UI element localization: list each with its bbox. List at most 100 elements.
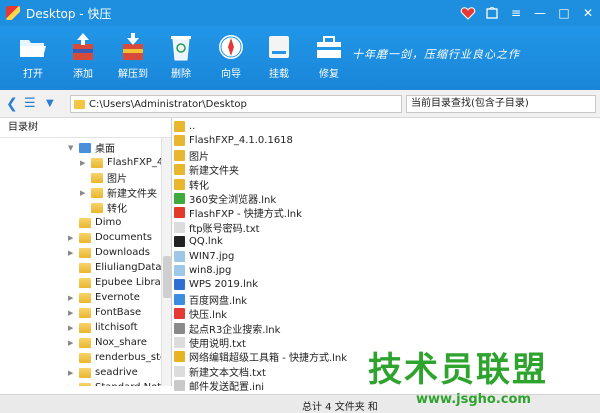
file-list-item[interactable]: QQ.lnk xyxy=(174,235,223,248)
tree-item[interactable]: ▶ FontBase xyxy=(68,305,141,320)
heart-icon[interactable] xyxy=(456,3,480,23)
file-name: 邮件发送配置.ini xyxy=(189,382,265,394)
kuaiya-icon xyxy=(174,308,185,320)
tree-item[interactable]: ▶ 新建文件夹 xyxy=(80,185,157,200)
mount-button[interactable]: 挂载 xyxy=(256,32,302,80)
file-list-item[interactable]: 起点R3企业搜索.lnk xyxy=(174,322,280,336)
minimize-icon[interactable]: — xyxy=(528,3,552,23)
expand-arrow-icon[interactable]: ▶ xyxy=(80,159,88,167)
browser-360-icon xyxy=(174,193,185,204)
tree-item[interactable]: ▶ Documents xyxy=(68,230,152,245)
file-name: WIN7.jpg xyxy=(189,250,235,262)
toolbox-icon xyxy=(314,32,344,62)
file-list-item[interactable]: ftp账号密码.txt xyxy=(174,221,260,235)
open-button[interactable]: 打开 xyxy=(10,32,56,80)
expand-arrow-icon[interactable]: ▶ xyxy=(68,309,76,317)
toolbox-app-icon xyxy=(174,351,185,363)
tree-item-label: Dimo xyxy=(95,217,122,228)
directory-tree: 目录树 ▼ 桌面 ▶ FlashFXP_4.1 图片 ▶ 新建文件夹转化 Dimo ▶ Docum… xyxy=(0,118,172,386)
recycle-bin-icon xyxy=(166,32,196,62)
tree-item-label: Downloads xyxy=(95,247,150,258)
tree-item-label: 转化 xyxy=(107,204,127,215)
text-file-icon xyxy=(174,365,185,377)
file-name: FlashFXP_4.1.0.1618 xyxy=(189,135,293,147)
file-list-item[interactable]: 新建文本文档.txt xyxy=(174,365,266,379)
close-icon[interactable]: ✕ xyxy=(576,3,600,23)
expand-arrow-icon[interactable]: ▶ xyxy=(68,249,76,257)
image-file-icon xyxy=(174,250,185,262)
expand-arrow-icon[interactable]: ▶ xyxy=(68,234,76,242)
tree-item[interactable]: ▶ seadrive xyxy=(68,365,138,380)
view-list-icon[interactable]: ☰ xyxy=(24,96,36,111)
path-input[interactable]: C:\Users\Administrator\Desktop xyxy=(70,95,402,113)
file-list-item[interactable]: 图片 xyxy=(174,149,209,163)
wizard-button[interactable]: 向导 xyxy=(208,32,254,80)
file-name: 转化 xyxy=(189,180,209,192)
expand-arrow-icon[interactable]: ▶ xyxy=(68,384,76,387)
expand-arrow-icon[interactable]: ▼ xyxy=(68,144,76,152)
folder-icon xyxy=(91,202,103,213)
tree-item[interactable]: EliuliangData xyxy=(68,260,161,275)
tree-item[interactable]: ▶ Evernote xyxy=(68,290,140,305)
expand-arrow-icon[interactable]: ▶ xyxy=(68,369,76,377)
file-name: 新建文本文档.txt xyxy=(189,367,266,379)
tree-item[interactable]: ▶ Downloads xyxy=(68,245,150,260)
expand-arrow-icon[interactable]: ▶ xyxy=(80,189,88,197)
add-button[interactable]: 添加 xyxy=(60,32,106,80)
tree-item[interactable]: ▶ Nox_share xyxy=(68,335,147,350)
maximize-icon[interactable]: □ xyxy=(552,3,576,23)
baidu-netdisk-icon xyxy=(174,293,185,305)
file-list-item[interactable]: 使用说明.txt xyxy=(174,336,246,350)
file-list-item[interactable]: 新建文件夹 xyxy=(174,163,239,178)
file-list-item[interactable]: 转化 xyxy=(174,178,209,192)
folder-icon xyxy=(79,217,91,228)
tree-header: 目录树 xyxy=(0,118,171,138)
menu-icon[interactable]: ≡ xyxy=(504,3,528,23)
file-list-item[interactable]: 百度网盘.lnk xyxy=(174,293,247,307)
back-arrow-icon[interactable]: ❮ xyxy=(6,96,18,112)
expand-arrow-icon[interactable]: ▶ xyxy=(68,324,76,332)
tree-item[interactable]: ▶ FlashFXP_4.1 xyxy=(80,155,171,170)
tree-scrollbar[interactable] xyxy=(161,138,171,386)
extract-to-button[interactable]: 解压到 xyxy=(110,32,156,80)
file-list-item[interactable]: win8.jpg xyxy=(174,264,231,277)
search-input[interactable]: 当前目录查找(包含子目录) xyxy=(406,95,596,113)
repair-button[interactable]: 修复 xyxy=(306,32,352,80)
folder-icon xyxy=(79,337,91,348)
tree-item[interactable]: 图片 xyxy=(80,170,127,185)
file-list-item[interactable]: .. xyxy=(174,120,195,133)
scrollbar-thumb[interactable] xyxy=(163,256,171,298)
file-list-item[interactable]: 网络编辑超级工具箱 - 快捷方式.lnk xyxy=(174,350,348,365)
tree-item-label: Epubee Library xyxy=(95,277,171,288)
file-name: 新建文件夹 xyxy=(189,166,239,178)
tree-item[interactable]: Dimo xyxy=(68,215,121,230)
folder-icon xyxy=(79,292,91,303)
file-list-item[interactable]: 快压.lnk xyxy=(174,307,227,321)
expand-arrow-icon[interactable]: ▶ xyxy=(68,339,76,347)
folder-icon xyxy=(174,135,185,147)
folder-icon xyxy=(91,172,103,183)
tree-item[interactable]: 转化 xyxy=(80,200,127,215)
file-list-item[interactable]: 360安全浏览器.lnk xyxy=(174,192,276,206)
file-list-item[interactable]: WIN7.jpg xyxy=(174,250,234,263)
file-list-item[interactable]: FlashFXP_4.1.0.1618 xyxy=(174,134,293,147)
expand-arrow-icon[interactable]: ▶ xyxy=(68,294,76,302)
folder-icon xyxy=(174,149,185,161)
view-dropdown-icon[interactable]: ▼ xyxy=(46,98,54,109)
tree-item[interactable]: renderbus_stora xyxy=(68,350,171,365)
watermark-url: www.jsgho.com xyxy=(416,392,531,407)
tree-item[interactable]: ▼ 桌面 xyxy=(68,140,115,155)
tree-item[interactable]: ▶Standard Notes xyxy=(68,380,171,387)
skin-icon[interactable] xyxy=(480,3,504,23)
file-list-item[interactable]: FlashFXP - 快捷方式.lnk xyxy=(174,206,302,220)
watermark-text: 技术员联盟 xyxy=(368,350,548,390)
file-list-item[interactable]: 邮件发送配置.ini xyxy=(174,379,265,394)
delete-button[interactable]: 删除 xyxy=(158,32,204,80)
file-name: 网络编辑超级工具箱 - 快捷方式.lnk xyxy=(189,353,348,365)
text-file-icon xyxy=(174,221,185,233)
tree-item[interactable]: Epubee Library xyxy=(68,275,171,290)
tree-item[interactable]: ▶ litchisoft xyxy=(68,320,138,335)
file-list-item[interactable]: WPS 2019.lnk xyxy=(174,278,258,291)
tree-item-label: litchisoft xyxy=(95,322,138,333)
folder-icon xyxy=(79,247,91,258)
